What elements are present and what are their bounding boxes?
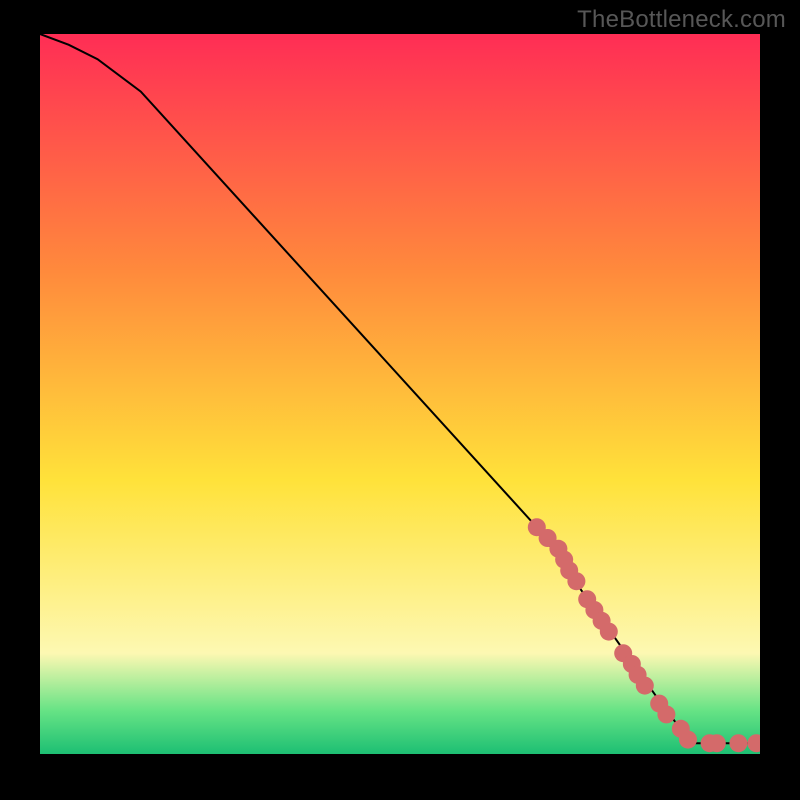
chart-svg bbox=[40, 34, 760, 754]
chart-frame: TheBottleneck.com bbox=[0, 0, 800, 800]
data-dot bbox=[567, 572, 585, 590]
data-dot bbox=[729, 734, 747, 752]
plot-area bbox=[40, 34, 760, 754]
gradient-background bbox=[40, 34, 760, 754]
data-dot bbox=[600, 623, 618, 641]
watermark-text: TheBottleneck.com bbox=[577, 6, 786, 34]
data-dot bbox=[636, 677, 654, 695]
data-dot bbox=[679, 731, 697, 749]
data-dot bbox=[708, 734, 726, 752]
data-dot bbox=[657, 705, 675, 723]
